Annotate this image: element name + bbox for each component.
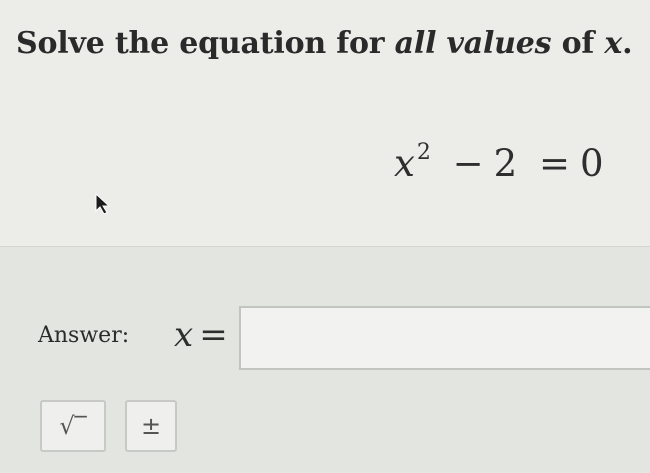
question-panel: Solve the equation for all values of x. … [0, 0, 650, 246]
answer-panel: Answer: x = √‾ ± [0, 246, 650, 473]
prompt-variable: x [604, 26, 623, 61]
prompt-text: Solve the equation for [16, 26, 395, 61]
answer-input[interactable] [239, 306, 650, 370]
equation: x2 −2 = 0 [394, 139, 604, 185]
plus-minus-button[interactable]: ± [125, 400, 177, 452]
answer-equals: = [199, 315, 228, 355]
equation-variable: x [394, 142, 415, 185]
square-root-icon: √‾ [59, 412, 87, 440]
equation-equals: = [538, 142, 570, 185]
mouse-pointer-icon [95, 193, 111, 215]
square-root-button[interactable]: √‾ [40, 400, 106, 452]
equation-exponent: 2 [416, 139, 431, 165]
prompt-period: . [622, 26, 633, 61]
answer-variable-expression: x = [174, 315, 228, 355]
equation-minus: − [452, 142, 484, 185]
prompt-text-2: of [551, 26, 605, 61]
equation-constant: 2 [493, 142, 518, 185]
prompt-emphasis: all values [394, 26, 552, 61]
plus-minus-icon: ± [140, 412, 162, 440]
question-prompt: Solve the equation for all values of x. [16, 26, 633, 61]
answer-label: Answer: [38, 323, 130, 348]
answer-variable: x [174, 315, 194, 355]
equation-rhs: 0 [579, 142, 604, 185]
